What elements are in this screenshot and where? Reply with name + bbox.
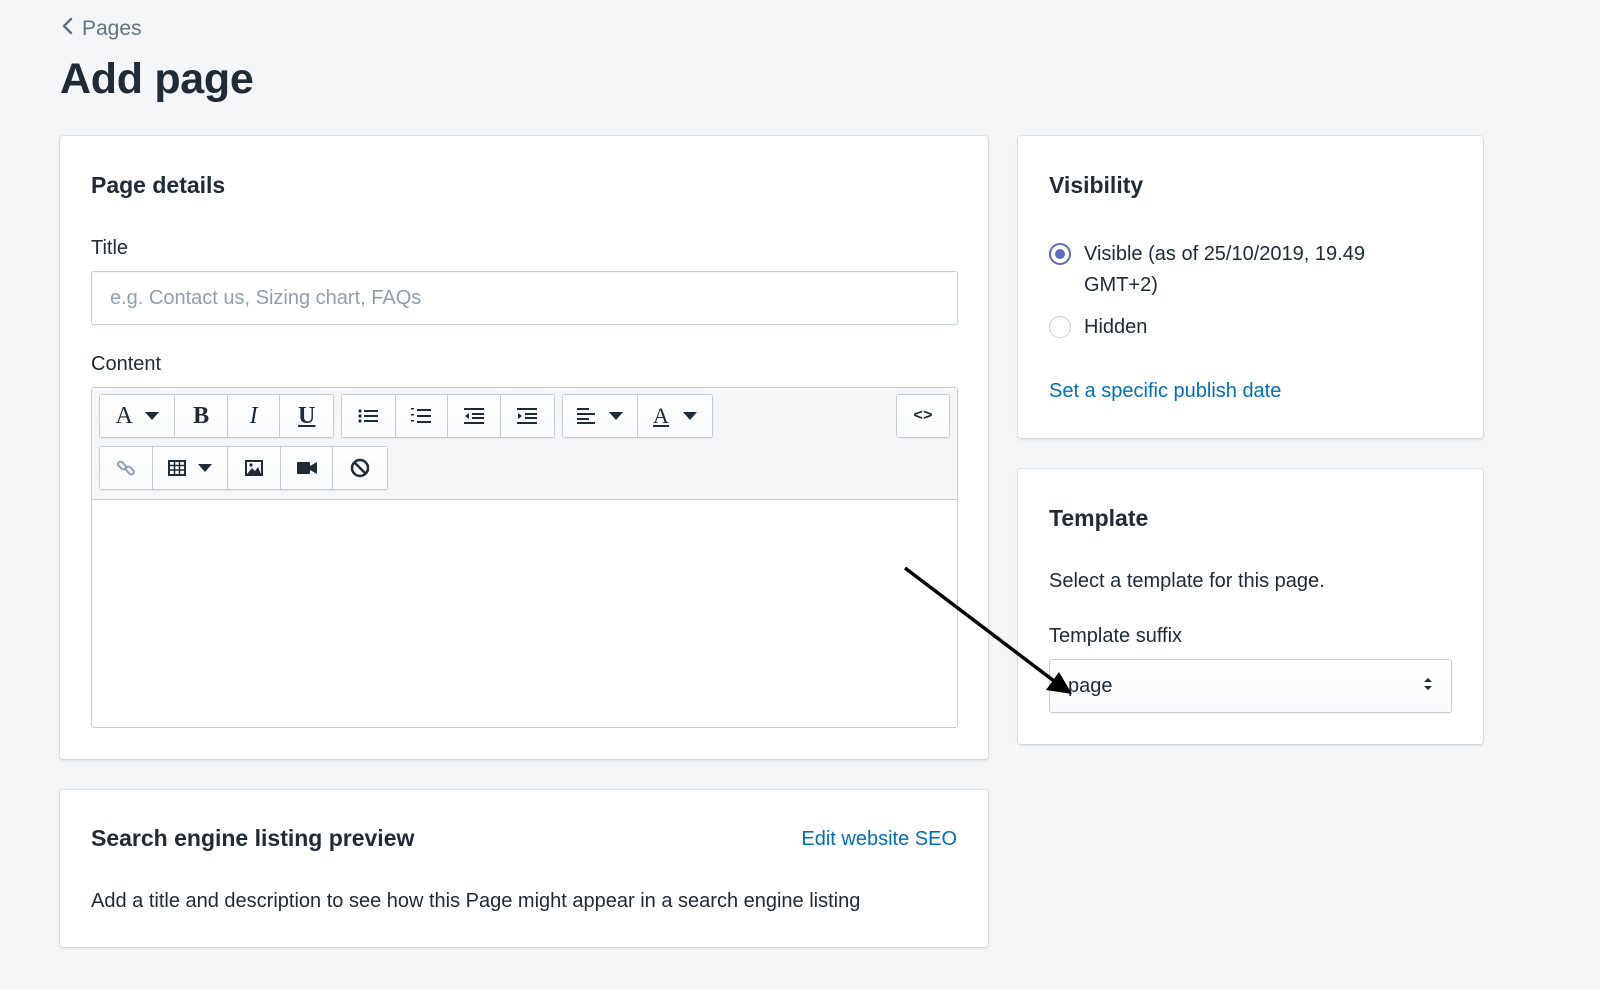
bulleted-list-icon — [358, 408, 379, 424]
insert-link-button[interactable] — [100, 447, 153, 489]
hidden-radio-label: Hidden — [1084, 316, 1148, 338]
show-html-button[interactable]: <> — [897, 395, 949, 437]
caret-down-icon — [609, 412, 623, 420]
template-description: Select a template for this page. — [1049, 570, 1325, 592]
page-title: Add page — [60, 55, 254, 103]
align-button[interactable] — [563, 395, 638, 437]
numbered-list-button[interactable] — [395, 395, 448, 437]
code-icon: <> — [913, 407, 933, 425]
align-color-group: A — [562, 394, 713, 438]
video-icon — [296, 461, 317, 475]
insert-image-button[interactable] — [228, 447, 281, 489]
template-suffix-label: Template suffix — [1049, 625, 1183, 647]
text-style-button[interactable]: A — [100, 395, 176, 437]
seo-heading: Search engine listing preview — [91, 825, 415, 851]
page-details-heading: Page details — [91, 172, 226, 198]
template-suffix-select[interactable]: page — [1049, 659, 1452, 713]
title-input[interactable] — [91, 271, 958, 325]
radio-dot — [1055, 249, 1065, 259]
set-publish-date-link[interactable]: Set a specific publish date — [1049, 380, 1281, 403]
align-left-icon — [577, 408, 597, 424]
seo-preview-card: Search engine listing preview Edit websi… — [60, 790, 988, 947]
visible-radio-label: Visible (as of 25/10/2019, 19.49 GMT+2) — [1084, 243, 1365, 296]
content-label: Content — [91, 353, 162, 375]
underline-button[interactable]: U — [280, 395, 333, 437]
indent-icon — [517, 408, 538, 424]
link-icon — [116, 458, 136, 478]
template-heading: Template — [1049, 505, 1149, 531]
hidden-radio[interactable] — [1049, 316, 1071, 338]
outdent-button[interactable] — [448, 395, 501, 437]
breadcrumb-label: Pages — [82, 17, 142, 40]
bold-icon: B — [193, 402, 210, 429]
bold-button[interactable]: B — [175, 395, 228, 437]
clear-formatting-icon — [350, 458, 370, 478]
editor-content-area[interactable] — [92, 500, 957, 727]
html-group: <> — [896, 394, 950, 438]
image-icon — [244, 460, 263, 476]
indent-button[interactable] — [500, 395, 554, 437]
caret-down-icon — [682, 412, 697, 420]
insert-group — [99, 446, 388, 490]
chevron-left-icon — [60, 16, 74, 42]
template-card: Template Select a template for this page… — [1018, 469, 1483, 744]
italic-button[interactable]: I — [227, 395, 281, 437]
underline-icon: U — [298, 402, 316, 429]
editor-toolbar: A B I U A <> — [92, 388, 957, 500]
template-suffix-value: page — [1068, 674, 1113, 697]
outdent-icon — [463, 408, 484, 424]
format-group: A B I U — [99, 394, 334, 438]
text-style-letter: A — [115, 402, 133, 429]
breadcrumb[interactable]: Pages — [60, 16, 142, 42]
visibility-card: Visibility Visible (as of 25/10/2019, 19… — [1018, 136, 1483, 438]
caret-down-icon — [197, 464, 212, 472]
visibility-heading: Visibility — [1049, 172, 1144, 198]
rich-text-editor: A B I U A <> — [91, 387, 958, 728]
page-details-card: Page details Title Content A B I U — [60, 136, 988, 759]
insert-video-button[interactable] — [280, 447, 334, 489]
numbered-list-icon — [411, 407, 432, 425]
text-color-button[interactable]: A — [638, 395, 712, 437]
caret-down-icon — [144, 412, 159, 420]
visible-radio[interactable] — [1049, 243, 1071, 265]
insert-table-button[interactable] — [152, 447, 229, 489]
title-label: Title — [91, 237, 129, 259]
italic-icon: I — [249, 402, 258, 429]
clear-formatting-button[interactable] — [333, 447, 388, 489]
visible-radio-option[interactable]: Visible (as of 25/10/2019, 19.49 GMT+2) — [1049, 239, 1409, 301]
edit-website-seo-link[interactable]: Edit website SEO — [801, 828, 957, 851]
hidden-radio-option[interactable]: Hidden — [1049, 312, 1147, 343]
list-group — [341, 394, 555, 438]
select-arrows-icon — [1423, 675, 1433, 698]
text-color-icon: A — [653, 403, 669, 428]
seo-description: Add a title and description to see how t… — [91, 890, 861, 912]
bulleted-list-button[interactable] — [342, 395, 396, 437]
table-icon — [167, 460, 186, 476]
